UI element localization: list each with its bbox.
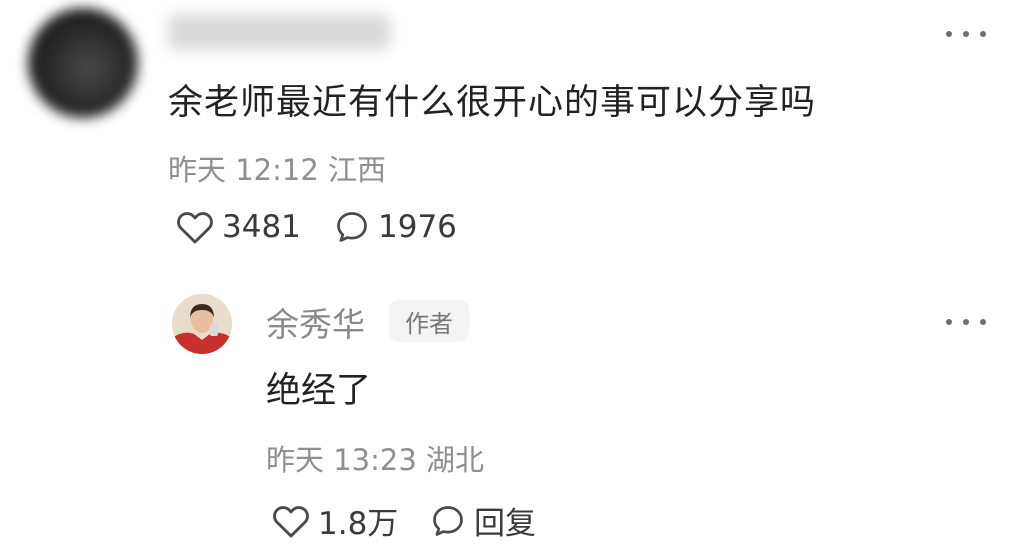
comment-thread: 余老师最近有什么很开心的事可以分享吗 昨天 12:12 江西 3481 1976… <box>0 0 1024 551</box>
commenter-avatar[interactable] <box>28 8 138 118</box>
heart-icon <box>273 505 309 537</box>
reply-text: 绝经了 <box>266 371 372 411</box>
reply-more-icon[interactable] <box>946 312 986 332</box>
comment-bubble-icon <box>337 212 367 242</box>
comment-meta: 昨天 12:12 江西 <box>168 147 386 189</box>
comment-location: 江西 <box>328 153 387 187</box>
author-name[interactable]: 余秀华 <box>266 298 365 346</box>
comment-time: 昨天 12:12 <box>168 153 319 187</box>
like-count: 3481 <box>222 209 301 245</box>
reply-label: 回复 <box>474 506 536 542</box>
like-button[interactable]: 3481 <box>176 209 301 245</box>
reply-button[interactable]: 回复 <box>430 498 536 543</box>
author-badge: 作者 <box>389 300 469 342</box>
reply-location: 湖北 <box>426 443 485 477</box>
reply-like-button[interactable]: 1.8万 <box>272 498 398 543</box>
reply-time: 昨天 13:23 <box>266 443 417 477</box>
reply-count-button[interactable]: 1976 <box>334 209 457 245</box>
more-icon[interactable] <box>946 24 986 44</box>
reply-meta: 昨天 13:23 湖北 <box>266 437 484 479</box>
heart-icon <box>177 212 213 244</box>
comment-bubble-icon <box>433 505 463 536</box>
reply-count: 1976 <box>378 209 457 245</box>
reply-like-count: 1.8万 <box>318 506 399 542</box>
comment-text: 余老师最近有什么很开心的事可以分享吗 <box>168 83 817 123</box>
commenter-name-blurred[interactable] <box>168 14 390 50</box>
author-avatar-image <box>172 294 232 354</box>
author-avatar[interactable] <box>172 294 232 354</box>
